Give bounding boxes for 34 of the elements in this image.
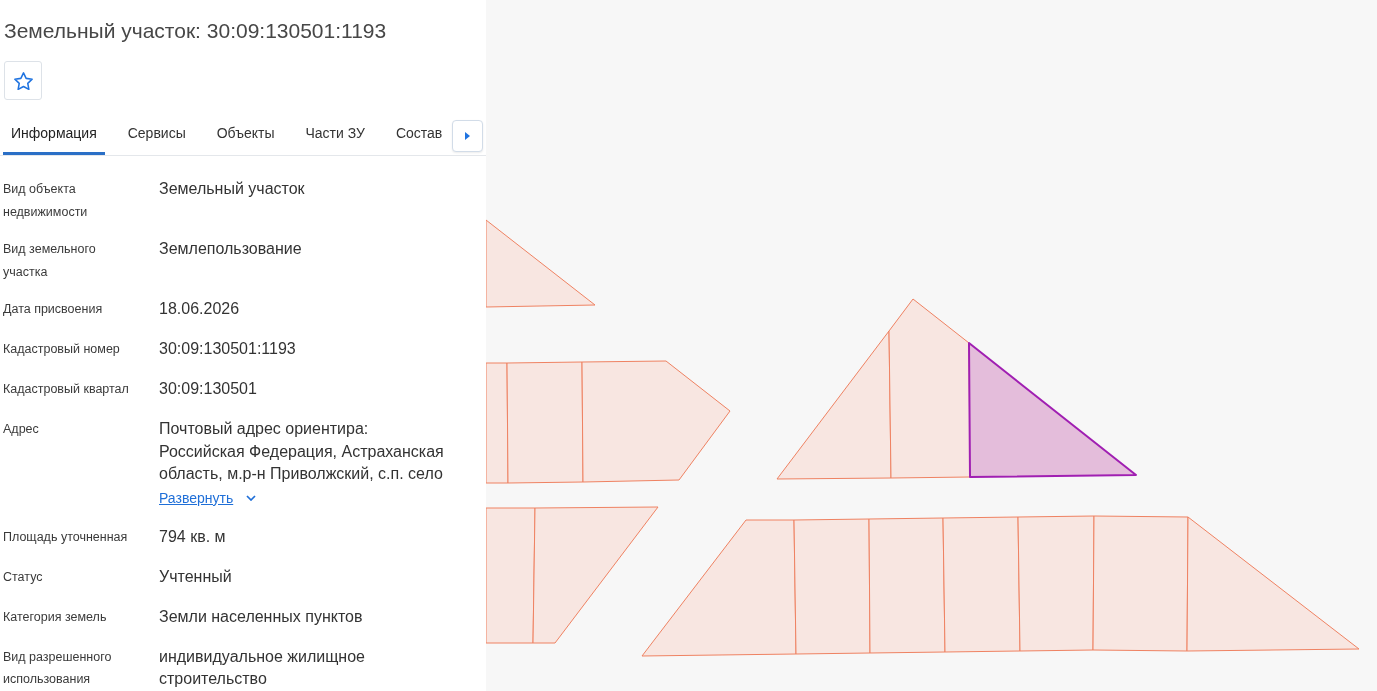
property-label: Статус (3, 568, 44, 586)
property-label: Категория земель (3, 608, 108, 626)
expand-link[interactable]: Развернуть (159, 489, 234, 507)
property-label: Кадастровый квартал (3, 381, 130, 398)
caret-right-icon (465, 132, 470, 140)
property-label: Дата присвоения (3, 301, 104, 318)
property-value: Землепользование (159, 239, 303, 259)
tab[interactable]: Части ЗУ (297, 117, 373, 155)
chevron-down-icon[interactable] (246, 495, 257, 501)
property-label: Кадастровый номер (3, 341, 121, 358)
property-label: Вид земельного участка (3, 241, 97, 281)
property-label: Площадь уточненная (3, 528, 129, 546)
property-value: 30:09:130501 (159, 379, 258, 399)
land-parcel[interactable] (888, 298, 971, 479)
tab[interactable]: Объекты (208, 117, 283, 155)
property-value: Учтенный (159, 566, 233, 587)
tab[interactable]: Состав (387, 117, 451, 155)
property-value: Земли населенных пунктов (159, 606, 364, 627)
property-value: 30:09:130501:1193 (159, 339, 297, 359)
tab[interactable]: Информация (3, 117, 105, 155)
page-title: Земельный участок: 30:09:130501:1193 (3, 18, 388, 44)
tab[interactable]: Сервисы (119, 117, 194, 155)
property-label: Адрес (3, 421, 40, 438)
property-value: 794 кв. м (159, 526, 227, 547)
next-tabs-button[interactable] (452, 120, 483, 152)
property-label: Вид объекта недвижимости (3, 181, 89, 221)
property-label: Вид разрешенного использования (3, 648, 113, 688)
property-value: индивидуальное жилищное строительство (159, 646, 366, 689)
favorite-button[interactable] (4, 61, 42, 100)
property-value: 18.06.2026 (159, 299, 241, 319)
property-value: Почтовый адрес ориентира: Российская Федерация, Астраханская область, м.р-н Приволжский, с.п. село (159, 419, 445, 484)
property-value: Земельный участок (159, 179, 306, 199)
land-parcel[interactable] (968, 342, 1137, 478)
star-icon (13, 71, 33, 90)
